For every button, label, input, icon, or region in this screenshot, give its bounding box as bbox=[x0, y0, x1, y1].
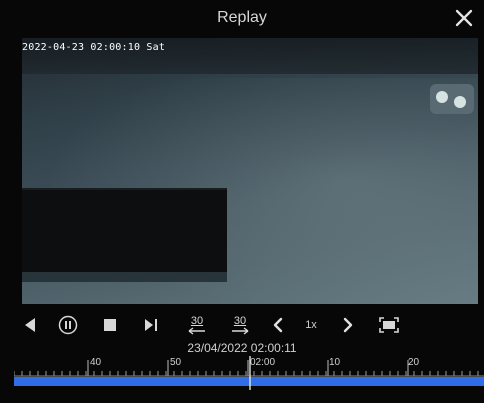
speed-up-icon bbox=[343, 317, 353, 333]
osd-timestamp: 2022-04-23 02:00:10 Sat bbox=[22, 42, 166, 53]
speed-indicator: 1x bbox=[305, 319, 317, 331]
rewind-30-icon bbox=[188, 326, 205, 335]
speed-up-button[interactable] bbox=[338, 312, 358, 338]
timeline-label: 02:00 bbox=[250, 357, 276, 368]
reverse-play-button[interactable] bbox=[20, 312, 40, 338]
recording-segment[interactable] bbox=[14, 377, 484, 386]
play-reverse-icon bbox=[25, 318, 35, 332]
rewind-30-button[interactable]: 30 bbox=[183, 312, 211, 338]
forward-30-button[interactable]: 30 bbox=[226, 312, 254, 338]
video-dark-object bbox=[22, 188, 227, 274]
timeline-bar[interactable]: 40 50 02:00 10 20 bbox=[14, 356, 484, 390]
timeline-label: 50 bbox=[170, 357, 182, 368]
device-light bbox=[436, 91, 448, 103]
close-button[interactable] bbox=[450, 4, 478, 32]
step-forward-button[interactable] bbox=[140, 312, 162, 338]
video-device bbox=[430, 84, 474, 114]
timeline-label: 20 bbox=[408, 357, 420, 368]
pause-icon bbox=[58, 315, 78, 335]
video-floor-edge bbox=[22, 272, 227, 282]
speed-down-button[interactable] bbox=[268, 312, 288, 338]
fullscreen-icon bbox=[379, 317, 399, 333]
timeline-label: 10 bbox=[329, 357, 341, 368]
rewind-seconds: 30 bbox=[190, 314, 204, 327]
stop-icon bbox=[104, 319, 116, 331]
forward-30-icon bbox=[232, 326, 249, 335]
step-forward-icon bbox=[145, 319, 157, 331]
video-playback-area[interactable]: 2022-04-23 02:00:10 Sat bbox=[22, 38, 478, 304]
close-icon bbox=[455, 9, 473, 27]
pause-button[interactable] bbox=[56, 312, 80, 338]
timeline-label: 40 bbox=[90, 357, 102, 368]
current-datetime: 23/04/2022 02:00:11 bbox=[187, 341, 297, 355]
playback-controls: 30 30 1x bbox=[0, 312, 484, 338]
device-light bbox=[454, 96, 466, 108]
replay-window: Replay 2022-04-23 02:00:10 Sat 30 30 1x … bbox=[0, 0, 484, 403]
window-title: Replay bbox=[217, 9, 267, 26]
fullscreen-button[interactable] bbox=[376, 312, 402, 338]
forward-seconds: 30 bbox=[233, 314, 247, 327]
stop-button[interactable] bbox=[100, 312, 120, 338]
speed-down-icon bbox=[273, 317, 283, 333]
